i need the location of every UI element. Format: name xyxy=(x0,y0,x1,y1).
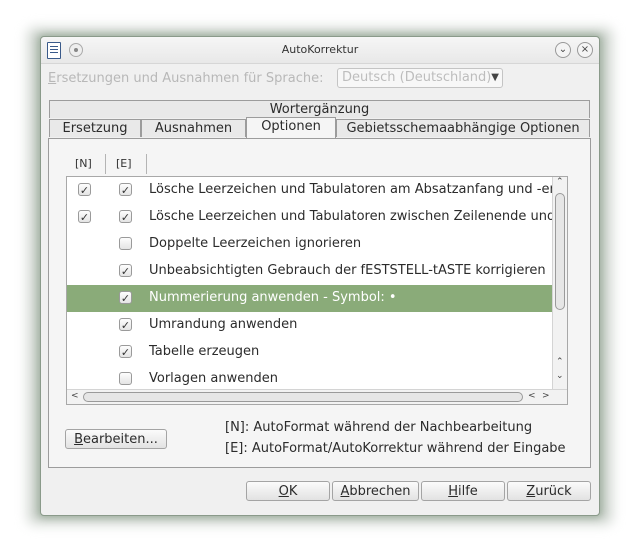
option-label: Lösche Leerzeichen und Tabulatoren zwisc… xyxy=(149,209,568,224)
tab-ausnahmen[interactable]: Ausnahmen xyxy=(141,119,246,137)
legend-e: [E]: AutoFormat/AutoKorrektur während de… xyxy=(225,441,566,456)
ok-button[interactable]: OK xyxy=(246,481,330,501)
scroll-left-icon[interactable]: < xyxy=(71,391,79,401)
horizontal-scrollbar[interactable]: < < > xyxy=(67,389,567,404)
column-divider xyxy=(146,154,147,174)
scroll-down-icon[interactable]: ⌄ xyxy=(556,371,564,381)
option-row[interactable]: Doppelte Leerzeichen ignorieren xyxy=(67,231,553,258)
chevron-down-icon: ▼ xyxy=(491,72,499,83)
language-select-value: Deutsch (Deutschland) xyxy=(342,70,492,85)
option-label: Unbeabsichtigten Gebrauch der fESTSTELL-… xyxy=(149,263,546,278)
scroll-up-icon[interactable]: ⌃ xyxy=(556,357,564,367)
minimize-button[interactable]: ⌄ xyxy=(555,42,571,58)
language-select[interactable]: Deutsch (Deutschland) ▼ xyxy=(337,68,503,88)
tab-optionen[interactable]: Optionen xyxy=(246,117,336,138)
help-button[interactable]: Hilfe xyxy=(421,481,505,501)
option-row[interactable]: ✓ Umrandung anwenden xyxy=(67,312,553,339)
scroll-left-icon[interactable]: < xyxy=(528,391,536,401)
checkbox-e[interactable]: ✓ xyxy=(119,345,132,359)
column-header-e[interactable]: [E] xyxy=(116,157,132,170)
checkbox-n[interactable]: ✓ xyxy=(78,183,91,197)
bearbeiten-button[interactable]: Bearbeiten... xyxy=(65,429,167,449)
autokorrektur-dialog: AutoKorrektur ⌄ × Ersetzungen und Ausnah… xyxy=(40,36,600,516)
title-bar[interactable]: AutoKorrektur ⌄ × xyxy=(41,37,599,64)
option-row[interactable]: ✓ ✓ Lösche Leerzeichen und Tabulatoren zwi… xyxy=(67,204,567,231)
tab-gebietsschema[interactable]: Gebietsschemaabhängige Optionen xyxy=(336,119,590,137)
checkbox-e[interactable]: ✓ xyxy=(119,183,132,197)
option-label: Lösche Leerzeichen und Tabulatoren am Ab… xyxy=(149,182,568,197)
options-panel: [N] [E] ✓ ✓ Lösche Leerzeichen und Tabulat… xyxy=(48,138,591,468)
reset-button[interactable]: Zurück xyxy=(507,481,591,501)
option-label: Tabelle erzeugen xyxy=(149,344,260,359)
option-label: Doppelte Leerzeichen ignorieren xyxy=(149,236,362,251)
options-list[interactable]: ✓ ✓ Lösche Leerzeichen und Tabulatoren am … xyxy=(66,176,568,405)
window-title: AutoKorrektur xyxy=(281,43,359,56)
tab-wortergaenzung[interactable]: Wortergänzung xyxy=(49,100,590,118)
checkbox-e[interactable] xyxy=(119,237,132,250)
option-row[interactable]: ✓ Unbeabsichtigten Gebrauch der fESTSTELL… xyxy=(67,258,553,285)
cancel-button[interactable]: Abbrechen xyxy=(332,481,419,501)
option-row[interactable]: ✓ Nummerierung anwenden - Symbol: • xyxy=(67,285,553,312)
checkbox-e[interactable]: ✓ xyxy=(119,264,132,278)
checkbox-e[interactable]: ✓ xyxy=(119,210,132,224)
legend-n: [N]: AutoFormat während der Nachbearbeit… xyxy=(225,420,533,435)
option-label: Nummerierung anwenden - Symbol: • xyxy=(149,290,397,305)
column-divider xyxy=(105,154,106,174)
scroll-up-icon[interactable]: ⌃ xyxy=(556,177,564,187)
scroll-right-icon[interactable]: > xyxy=(542,391,550,401)
language-label: Ersetzungen und Ausnahmen für Sprache: xyxy=(48,71,324,86)
checkbox-n[interactable]: ✓ xyxy=(78,210,91,224)
vertical-scroll-thumb[interactable] xyxy=(555,193,565,310)
option-label: Vorlagen anwenden xyxy=(149,371,278,386)
tab-ersetzung[interactable]: Ersetzung xyxy=(49,119,141,137)
checkbox-e[interactable]: ✓ xyxy=(119,318,132,332)
vertical-scrollbar[interactable]: ⌃ ⌃ ⌄ xyxy=(552,177,567,389)
column-header-n[interactable]: [N] xyxy=(75,157,92,170)
checkbox-e[interactable] xyxy=(119,372,132,385)
option-label: Umrandung anwenden xyxy=(149,317,298,332)
option-row[interactable]: ✓ Tabelle erzeugen xyxy=(67,339,553,366)
horizontal-scroll-thumb[interactable] xyxy=(83,392,523,402)
checkbox-e[interactable]: ✓ xyxy=(119,291,132,305)
close-button[interactable]: × xyxy=(577,42,593,58)
option-row[interactable]: ✓ ✓ Lösche Leerzeichen und Tabulatoren am … xyxy=(67,177,567,204)
